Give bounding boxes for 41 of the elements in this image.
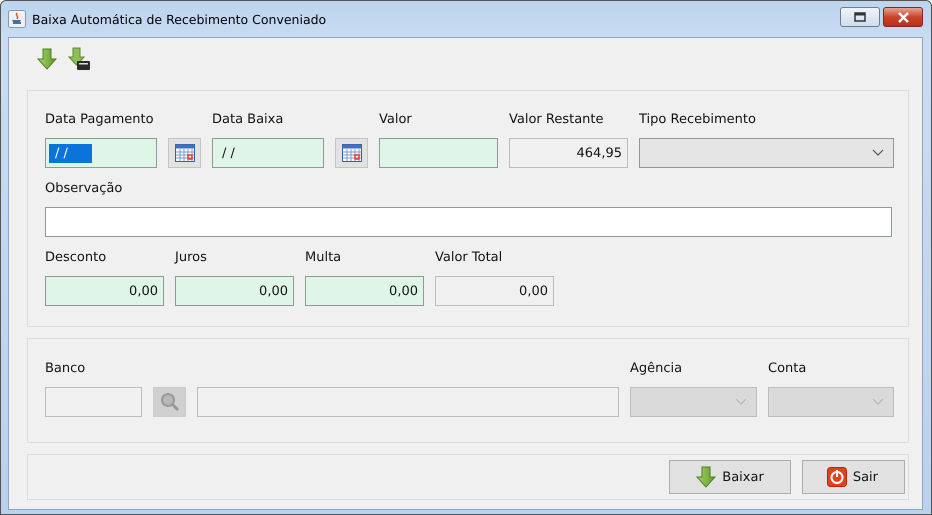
- field-label: Valor Restante: [509, 111, 605, 129]
- field-label: Agência: [630, 360, 684, 378]
- window-title: Baixa Automática de Recebimento Conveniado: [32, 12, 326, 26]
- input-field[interactable]: [379, 138, 498, 168]
- maximize-button[interactable]: [840, 7, 880, 27]
- field-label: Valor Total: [435, 249, 504, 267]
- calendar-icon: [174, 144, 194, 162]
- close-icon: [896, 12, 910, 22]
- input-field[interactable]: 0,00: [175, 276, 294, 306]
- date-field[interactable]: / /: [212, 138, 324, 168]
- search-icon: [158, 391, 180, 413]
- field-label: Conta: [768, 360, 808, 378]
- chevron-down-icon: [872, 398, 884, 406]
- calendar-button[interactable]: [335, 138, 368, 168]
- chevron-down-icon: [872, 149, 884, 157]
- chevron-down-icon: [735, 398, 747, 406]
- field-label: Data Baixa: [212, 111, 284, 129]
- field-label: Juros: [175, 249, 208, 267]
- input-field[interactable]: [45, 207, 892, 237]
- field-label: Data Pagamento: [45, 111, 155, 129]
- calendar-icon: [342, 144, 362, 162]
- calendar-button[interactable]: [168, 138, 201, 168]
- field-label: Banco: [45, 360, 86, 378]
- exit-button[interactable]: Sair: [802, 460, 905, 494]
- field-label: Desconto: [45, 249, 108, 267]
- combo-box[interactable]: [639, 138, 894, 168]
- down-arrow-icon: [696, 466, 716, 488]
- arrow-card-icon[interactable]: [67, 47, 91, 71]
- download-button[interactable]: Baixar: [669, 460, 791, 494]
- power-icon: [826, 467, 847, 487]
- field-label: Tipo Recebimento: [639, 111, 757, 129]
- field-label: Valor: [379, 111, 413, 129]
- field-label: Multa: [305, 249, 342, 267]
- close-button[interactable]: [883, 7, 923, 27]
- down-arrow-icon[interactable]: [37, 48, 57, 70]
- date-field[interactable]: / /: [45, 138, 157, 168]
- app-icon: [8, 10, 26, 28]
- field-label: Observação: [45, 180, 124, 198]
- input-field[interactable]: 0,00: [305, 276, 424, 306]
- restore-icon: [854, 12, 866, 22]
- input-field[interactable]: 0,00: [45, 276, 164, 306]
